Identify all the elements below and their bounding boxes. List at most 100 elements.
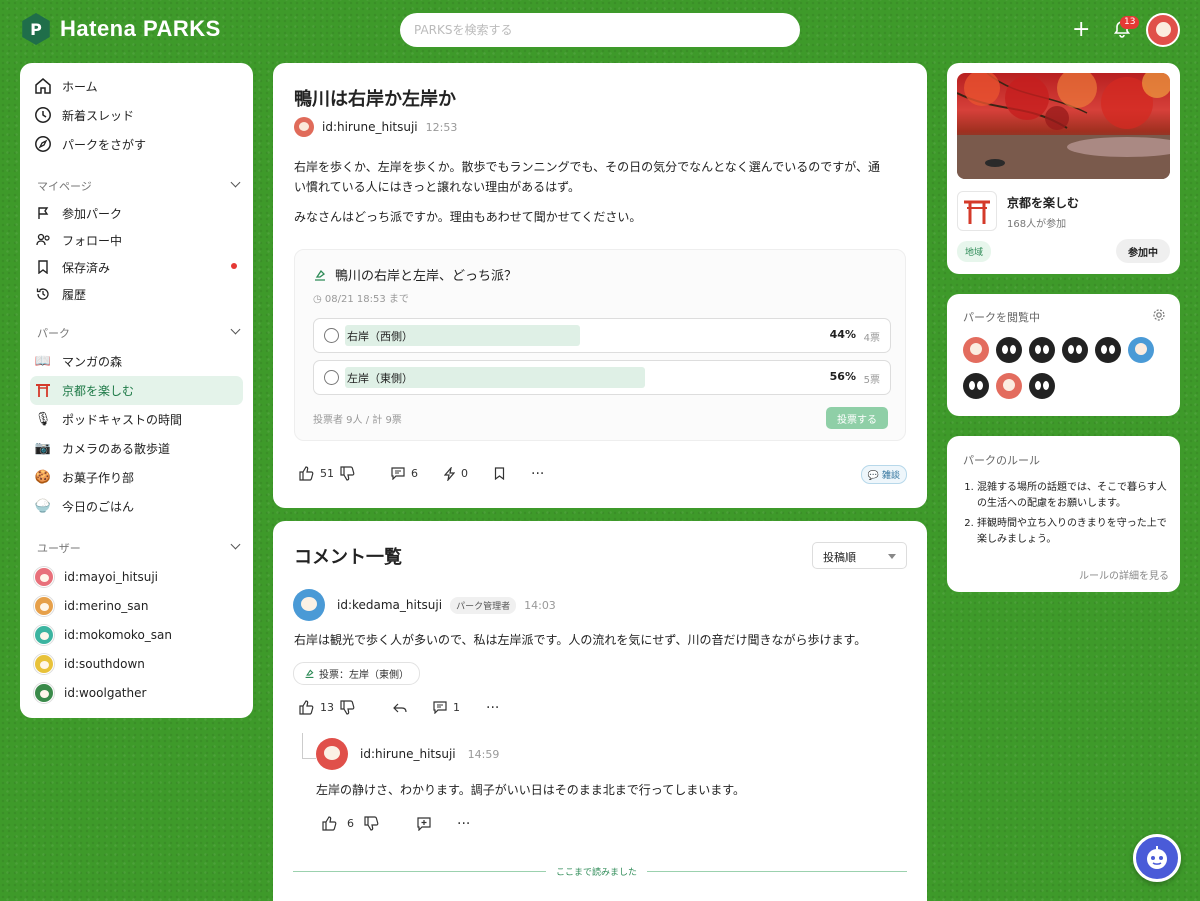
viewer-avatar[interactable] bbox=[1029, 337, 1055, 363]
comment-icon bbox=[433, 701, 447, 714]
rule-item: 拝観時間や立ち入りのきまりを守った上で楽しみましょう。 bbox=[977, 516, 1168, 548]
viewer-avatar[interactable] bbox=[1128, 337, 1154, 363]
category-tag[interactable]: 💬 雑談 bbox=[860, 465, 907, 484]
viewer-avatar[interactable] bbox=[963, 373, 989, 399]
role-badge: パーク管理者 bbox=[450, 596, 517, 614]
parks-logo-icon: P bbox=[22, 13, 50, 45]
comment-count: 6 bbox=[411, 467, 418, 480]
park-name[interactable]: 京都を楽しむ bbox=[1007, 194, 1079, 211]
category-chip[interactable]: 地域 bbox=[957, 241, 992, 262]
chevron-down-icon[interactable] bbox=[230, 539, 241, 550]
park-item-kyoto[interactable]: 京都を楽しむ bbox=[34, 381, 134, 399]
radio-button[interactable] bbox=[324, 370, 339, 385]
add-reply-icon[interactable] bbox=[417, 816, 431, 831]
poll-deadline: ◷ 08/21 18:53 まで bbox=[313, 294, 409, 305]
poll-option[interactable]: 右岸（西側） 44% 4票 bbox=[313, 318, 891, 353]
nav-history[interactable]: 履歴 bbox=[34, 285, 86, 303]
chevron-down-icon[interactable] bbox=[230, 177, 241, 188]
viewer-avatar[interactable] bbox=[996, 373, 1022, 399]
bookmark-icon[interactable] bbox=[494, 467, 505, 480]
nav-saved[interactable]: 保存済み bbox=[34, 258, 110, 276]
assistant-button[interactable] bbox=[1133, 834, 1181, 882]
thumbs-up-icon bbox=[299, 466, 314, 481]
search-input[interactable] bbox=[400, 13, 800, 47]
park-item-podcast[interactable]: 🎙 ポッドキャストの時間 bbox=[34, 410, 182, 428]
post-meta: id:hirune_hitsuji 12:53 bbox=[294, 117, 457, 137]
viewer-avatar[interactable] bbox=[996, 337, 1022, 363]
camera-icon: 📷 bbox=[34, 440, 52, 456]
user-item[interactable]: id:merino_san bbox=[34, 596, 149, 616]
gear-icon[interactable] bbox=[1152, 308, 1166, 322]
thumbs-down-icon[interactable] bbox=[364, 816, 379, 831]
replies-button[interactable]: 1 bbox=[433, 701, 460, 714]
reply-time: 14:59 bbox=[467, 747, 500, 761]
post-body-line: 右岸を歩くか、左岸を歩くか。散歩でもランニングでも、その日の気分でなんとなく選ん… bbox=[294, 160, 880, 174]
nav-joined-parks[interactable]: 参加パーク bbox=[34, 204, 122, 222]
like-button[interactable]: 51 bbox=[299, 466, 355, 481]
nav-label: フォロー中 bbox=[62, 233, 123, 248]
viewer-avatar[interactable] bbox=[1095, 337, 1121, 363]
reply-connector bbox=[302, 733, 316, 759]
torii-icon bbox=[34, 381, 52, 399]
user-item[interactable]: id:mayoi_hitsuji bbox=[34, 567, 158, 587]
more-icon[interactable]: ··· bbox=[486, 701, 499, 715]
viewer-avatar[interactable] bbox=[963, 337, 989, 363]
post-body: 右岸を歩くか、左岸を歩くか。散歩でもランニングでも、その日の気分でなんとなく選ん… bbox=[294, 157, 914, 197]
user-item[interactable]: id:southdown bbox=[34, 654, 145, 674]
thumbs-down-icon[interactable] bbox=[340, 700, 355, 715]
comments-card: コメント一覧 投稿順 id:kedama_hitsuji パーク管理者 14:0… bbox=[273, 521, 927, 901]
rules-more-link[interactable]: ルールの詳細を見る bbox=[1079, 567, 1169, 582]
poll-icon bbox=[305, 669, 314, 678]
radio-button[interactable] bbox=[324, 328, 339, 343]
comment-author[interactable]: id:kedama_hitsuji bbox=[337, 598, 442, 612]
user-label: id:woolgather bbox=[64, 686, 147, 700]
poll-votes: 4票 bbox=[863, 333, 880, 344]
viewer-avatar[interactable] bbox=[1029, 373, 1055, 399]
comment-button[interactable]: 6 bbox=[391, 467, 418, 480]
reply-text: 左岸の静けさ、わかります。調子がいい日はそのまま北まで行ってしまいます。 bbox=[316, 783, 746, 797]
post-body-line: い慣れている人にはきっと譲れない理由があるはず。 bbox=[294, 180, 580, 194]
like-count: 51 bbox=[320, 467, 334, 480]
post-author[interactable]: id:hirune_hitsuji bbox=[322, 120, 418, 134]
more-icon[interactable]: ··· bbox=[531, 467, 544, 481]
nav-following[interactable]: フォロー中 bbox=[34, 231, 122, 249]
avatar[interactable] bbox=[294, 117, 314, 137]
more-icon[interactable]: ··· bbox=[457, 817, 470, 831]
park-item-meals[interactable]: 🍚 今日のごはん bbox=[34, 497, 134, 515]
poll-option[interactable]: 左岸（東側） 56% 5票 bbox=[313, 360, 891, 395]
user-item[interactable]: id:woolgather bbox=[34, 683, 146, 703]
vote-button[interactable]: 投票する bbox=[826, 407, 888, 429]
reply-icon[interactable] bbox=[393, 702, 407, 714]
park-item-sweets[interactable]: 🍪 お菓子作り部 bbox=[34, 468, 134, 486]
boost-button[interactable]: 0 bbox=[444, 466, 468, 481]
sort-select[interactable]: 投稿順 bbox=[812, 542, 907, 569]
chevron-down-icon[interactable] bbox=[230, 324, 241, 335]
comment-text: 右岸は観光で歩く人が多いので、私は左岸派です。人の流れを気にせず、川の音だけ聞き… bbox=[294, 633, 867, 647]
thumbs-up-icon bbox=[322, 816, 337, 831]
avatar[interactable] bbox=[316, 738, 348, 770]
viewer-avatar[interactable] bbox=[1062, 337, 1088, 363]
nav-find-parks[interactable]: パークをさがす bbox=[34, 135, 146, 153]
park-item-camera[interactable]: 📷 カメラのある散歩道 bbox=[34, 439, 170, 457]
like-count: 6 bbox=[347, 817, 354, 830]
like-button[interactable]: 13 bbox=[299, 700, 355, 715]
park-item-manga[interactable]: 📖 マンガの森 bbox=[34, 352, 122, 370]
nav-home[interactable]: ホーム bbox=[34, 77, 98, 95]
post-actions: 51 6 0 ··· bbox=[299, 466, 544, 481]
like-button[interactable]: 6 bbox=[322, 816, 379, 831]
user-label: id:merino_san bbox=[64, 599, 149, 613]
poll-deadline-text: 08/21 18:53 まで bbox=[324, 294, 409, 305]
bookmark-icon bbox=[34, 258, 52, 276]
avatar[interactable] bbox=[293, 589, 325, 621]
nav-new-threads[interactable]: 新着スレッド bbox=[34, 106, 134, 124]
user-avatar[interactable] bbox=[1146, 13, 1180, 47]
home-icon bbox=[34, 77, 52, 95]
park-label: カメラのある散歩道 bbox=[62, 441, 171, 456]
joined-button[interactable]: 参加中 bbox=[1116, 239, 1170, 263]
brand-logo[interactable]: P Hatena PARKS bbox=[20, 13, 221, 45]
reply-author[interactable]: id:hirune_hitsuji bbox=[360, 747, 456, 761]
user-item[interactable]: id:mokomoko_san bbox=[34, 625, 172, 645]
thumbs-down-icon[interactable] bbox=[340, 466, 355, 481]
create-post-icon[interactable]: + bbox=[1072, 19, 1090, 41]
torii-icon bbox=[964, 200, 990, 224]
